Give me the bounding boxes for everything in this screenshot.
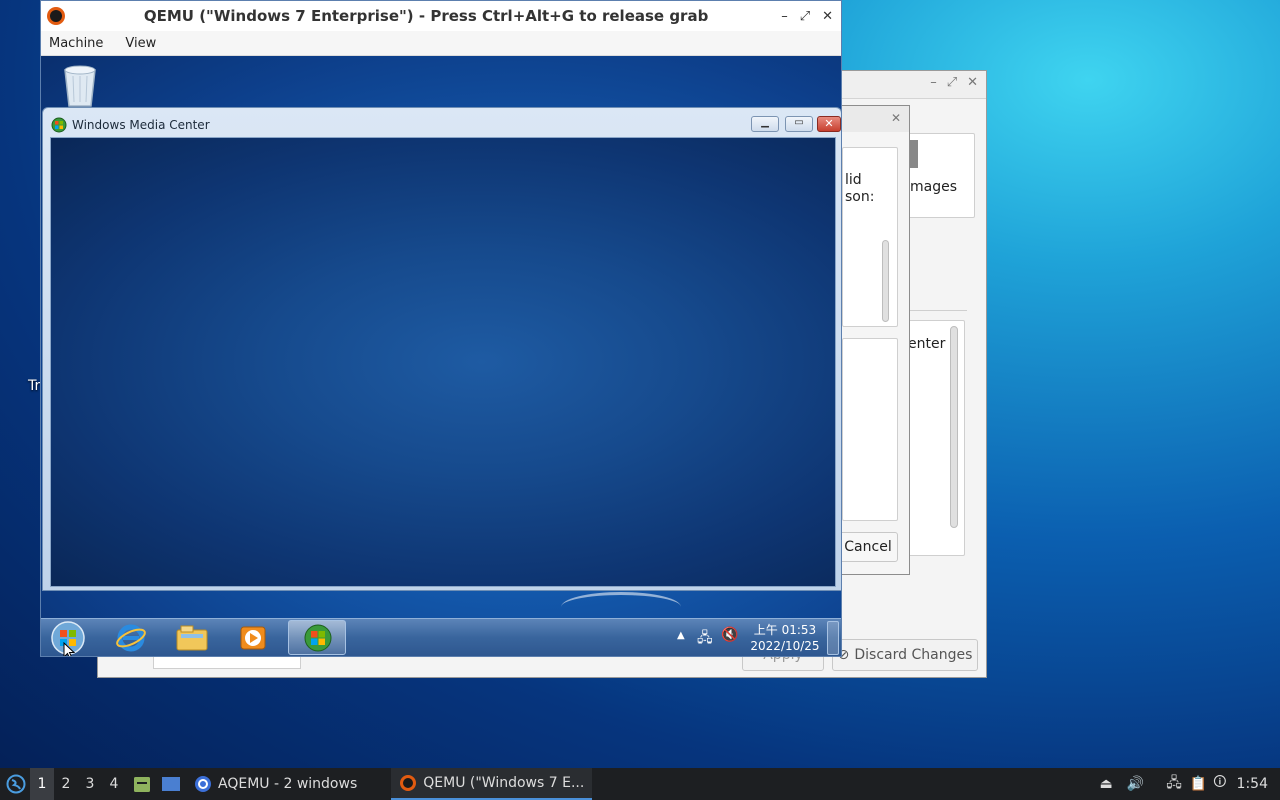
qemu-menubar: Machine View	[41, 31, 841, 56]
message-scrollbar[interactable]	[882, 240, 889, 322]
show-desktop-button[interactable]	[827, 621, 839, 655]
message-text-1: lid	[845, 172, 862, 188]
network-icon[interactable]: 🖧	[1166, 772, 1182, 796]
wmc-window[interactable]: Windows Media Center ▁ ▭ ✕	[42, 107, 841, 591]
file-explorer-icon[interactable]	[175, 624, 209, 652]
desktop-icon-label[interactable]: Tr	[28, 378, 40, 394]
show-desktop-icon[interactable]	[160, 774, 182, 794]
close-icon[interactable]: ✕	[967, 75, 978, 90]
recycle-bin-icon[interactable]	[59, 62, 101, 108]
cancel-button[interactable]: Cancel	[838, 532, 898, 562]
wmc-window-title: Windows Media Center	[72, 118, 210, 132]
details-box	[842, 338, 898, 521]
close-icon: ✕	[824, 117, 834, 130]
notification-icon[interactable]: 🛈	[1213, 773, 1226, 795]
qemu-logo-icon	[400, 775, 417, 791]
task-qemu[interactable]: QEMU ("Windows 7 E...	[391, 768, 593, 800]
aqemu-icon	[195, 776, 211, 792]
wmc-minimize-button[interactable]: ▁	[751, 116, 779, 132]
mouse-cursor-icon	[63, 642, 75, 656]
minimize-icon[interactable]: –	[781, 9, 788, 24]
wmc-close-button[interactable]: ✕	[817, 116, 841, 132]
guest-clock[interactable]: 上午 01:53 2022/10/25	[749, 622, 821, 654]
guest-taskbar: ▲ 🖧 🔇 上午 01:53 2022/10/25	[41, 618, 841, 656]
close-icon[interactable]: ✕	[822, 9, 833, 24]
volume-muted-icon[interactable]: 🔇	[721, 627, 738, 643]
guest-display[interactable]: Windows Media Center ▁ ▭ ✕ ▲ 🖧 🔇 上午 01:5…	[41, 56, 841, 656]
discard-changes-button[interactable]: ⊘ Discard Changes	[832, 639, 978, 671]
maximize-icon[interactable]: ⤢	[800, 9, 810, 24]
internet-explorer-icon[interactable]	[115, 623, 147, 653]
workspace-3[interactable]: 3	[78, 768, 102, 800]
qemu-window-title: QEMU ("Windows 7 Enterprise") - Press Ct…	[143, 7, 709, 25]
message-text-2: son:	[845, 189, 875, 205]
maximize-icon: ▭	[794, 117, 804, 128]
menu-view[interactable]: View	[125, 36, 156, 51]
task-aqemu[interactable]: AQEMU - 2 windows	[186, 768, 365, 800]
minimize-icon[interactable]: –	[930, 75, 937, 90]
show-hidden-icons[interactable]: ▲	[677, 630, 685, 641]
wmc-maximize-button[interactable]: ▭	[785, 116, 813, 132]
center-scrollbar[interactable]	[950, 326, 958, 528]
guest-clock-time: 上午 01:53	[753, 623, 817, 637]
maximize-icon[interactable]: ⤢	[947, 75, 957, 90]
close-icon[interactable]: ✕	[891, 111, 901, 125]
wmc-content-area[interactable]	[50, 137, 836, 587]
volume-icon[interactable]: 🔊	[1127, 776, 1144, 792]
wmc-taskbar-button[interactable]	[288, 620, 346, 655]
network-icon[interactable]: 🖧	[697, 627, 713, 651]
device-icon	[910, 140, 918, 168]
host-clock[interactable]: 1:54	[1237, 776, 1268, 792]
qemu-titlebar[interactable]: QEMU ("Windows 7 Enterprise") - Press Ct…	[41, 1, 841, 31]
workspace-4[interactable]: 4	[102, 768, 126, 800]
qemu-logo-icon	[47, 7, 65, 25]
guest-clock-date: 2022/10/25	[750, 639, 820, 653]
file-manager-icon[interactable]	[132, 774, 152, 794]
task-aqemu-label: AQEMU - 2 windows	[218, 776, 358, 792]
media-player-icon[interactable]	[237, 624, 269, 652]
minimize-icon: ▁	[761, 117, 769, 128]
workspace-2[interactable]: 2	[54, 768, 78, 800]
qemu-window[interactable]: QEMU ("Windows 7 Enterprise") - Press Ct…	[40, 0, 842, 657]
task-qemu-label: QEMU ("Windows 7 E...	[423, 775, 585, 791]
upload-icon[interactable]: ⏏	[1100, 776, 1113, 792]
menu-machine[interactable]: Machine	[49, 36, 103, 51]
host-taskbar: 1 2 3 4 AQEMU - 2 windows QEMU ("Windows…	[0, 768, 1280, 800]
wmc-logo-icon	[304, 624, 332, 652]
images-label: mages	[910, 179, 958, 195]
center-label: enter	[908, 336, 946, 352]
workspace-1[interactable]: 1	[30, 768, 54, 800]
clipboard-icon[interactable]: 📋	[1190, 776, 1207, 792]
wmc-logo-icon	[51, 117, 67, 133]
app-menu-icon[interactable]	[6, 774, 26, 794]
